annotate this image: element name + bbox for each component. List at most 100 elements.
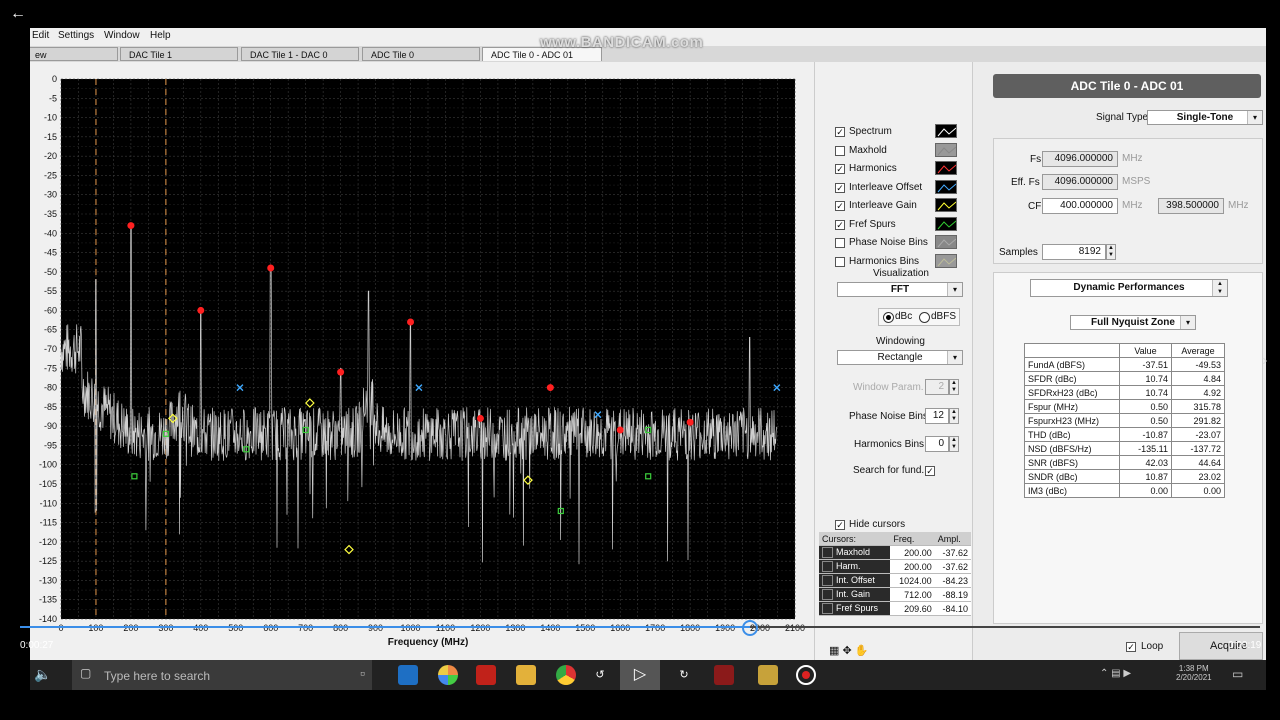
checkbox-phase-noise-bins[interactable]	[835, 238, 845, 248]
windowing-select[interactable]: Rectangle ▾	[837, 350, 963, 365]
cursor-name-cell: Maxhold	[819, 545, 891, 560]
x-tick-label: 1500	[575, 623, 595, 633]
trace-style-swatch[interactable]	[935, 235, 957, 249]
volume-icon[interactable]: 🔈	[34, 666, 51, 683]
harmonics-bins-spinner[interactable]: ▲ ▼	[949, 436, 959, 452]
menu-settings[interactable]: Settings	[58, 30, 94, 41]
samples-input[interactable]: 8192	[1042, 244, 1106, 260]
slack-icon[interactable]	[438, 665, 458, 685]
x-tick-label: 900	[368, 623, 383, 633]
chrome-icon[interactable]	[556, 665, 576, 685]
trace-style-swatch[interactable]	[935, 142, 957, 157]
checkbox-maxhold[interactable]	[835, 145, 845, 156]
window-param-spinner[interactable]: ▲ ▼	[949, 379, 959, 395]
dp-row: FspurxH23 (MHz) 0.50 291.82	[1024, 413, 1225, 428]
hand-tool-icon[interactable]: ✋	[855, 645, 869, 657]
y-tick-label: -80	[44, 383, 57, 393]
loop-checkbox[interactable]: ✓	[1126, 642, 1136, 652]
dbfs-radio[interactable]	[919, 312, 930, 323]
dp-average: 23.02	[1171, 469, 1225, 484]
tab-adc-tile-0[interactable]: ADC Tile 0	[362, 47, 480, 61]
checkbox-harmonics-bins[interactable]	[835, 256, 845, 267]
cursor-name: Int. Gain	[836, 588, 871, 599]
rewind-10-icon[interactable]: ↺	[590, 665, 610, 685]
dp-average: -49.53	[1171, 357, 1225, 372]
search-fund-label: Search for fund.	[853, 465, 925, 476]
y-tick-label: -15	[44, 132, 57, 142]
trace-style-swatch[interactable]	[935, 124, 957, 138]
checkbox-label: Harmonics	[849, 163, 897, 174]
cf-actual-value: 398.500000	[1158, 198, 1224, 214]
checkbox-harmonics[interactable]: ✓	[835, 164, 845, 174]
cursor-row[interactable]: Maxhold 200.00 -37.62	[819, 545, 971, 560]
zone-select[interactable]: Full Nyquist Zone ▾	[1070, 315, 1196, 330]
cursor-ampl: -84.23	[934, 573, 971, 588]
taskbar-clock[interactable]: 1:38 PM 2/20/2021	[1176, 664, 1212, 682]
trace-style-swatch[interactable]	[935, 216, 957, 231]
dp-metric: SFDRxH23 (dBc)	[1024, 385, 1120, 400]
checkbox-spectrum[interactable]: ✓	[835, 127, 845, 137]
video-scrubber-handle[interactable]	[742, 620, 758, 636]
tab-dac-tile-1[interactable]: DAC Tile 1	[120, 47, 238, 61]
chevron-down-icon: ▾	[1180, 316, 1195, 329]
cursor-swatch-icon	[822, 547, 833, 559]
checkbox-interleave-offset[interactable]: ✓	[835, 182, 845, 193]
cursor-ampl: -37.62	[934, 545, 971, 560]
search-fund-checkbox[interactable]: ✓	[925, 466, 935, 476]
checkbox-fref-spurs[interactable]: ✓	[835, 219, 845, 230]
app-icon[interactable]	[758, 665, 778, 685]
cf-label: CF	[1028, 201, 1042, 212]
taskbar: 🔈 ▢ Type here to search ▫ ↺ ▷ ↻ ⌃ ▤ ▶ 1:…	[30, 660, 1266, 690]
trace-style-swatch[interactable]	[935, 161, 957, 175]
dp-select[interactable]: Dynamic Performances ▲ ▼	[1030, 279, 1228, 297]
cursor-swatch-icon	[822, 575, 833, 587]
next-chevron-icon[interactable]: ›	[1262, 352, 1267, 370]
menu-help[interactable]: Help	[150, 30, 171, 41]
menu-window[interactable]: Window	[104, 30, 140, 41]
dp-metric: SFDR (dBc)	[1024, 371, 1120, 386]
harmonic-marker	[407, 318, 415, 326]
window-param-input[interactable]: 2	[925, 379, 949, 395]
trace-style-swatch[interactable]	[935, 179, 957, 194]
file-explorer-icon[interactable]	[516, 665, 536, 685]
samples-spinner[interactable]: ▲ ▼	[1106, 244, 1116, 260]
tab-view[interactable]: ew	[30, 47, 118, 61]
zoom-tool-icon[interactable]: ▦	[829, 645, 839, 657]
trace-style-swatch[interactable]	[935, 253, 957, 268]
dp-metric: SNR (dBFS)	[1024, 455, 1120, 470]
phase-noise-bins-input[interactable]: 12	[925, 408, 949, 424]
visualization-select[interactable]: FFT ▾	[837, 282, 963, 297]
forward-30-icon[interactable]: ↻	[674, 665, 694, 685]
record-icon[interactable]	[796, 665, 816, 685]
cursor-row[interactable]: Int. Gain 712.00 -88.19	[819, 587, 971, 602]
cursor-row[interactable]: Int. Offset 1024.00 -84.23	[819, 573, 971, 588]
checkbox-interleave-gain[interactable]: ✓	[835, 201, 845, 211]
cf-input[interactable]: 400.000000	[1042, 198, 1118, 214]
hide-cursors-checkbox[interactable]: ✓	[835, 520, 845, 530]
video-progress-track[interactable]	[20, 626, 1260, 628]
dbc-radio[interactable]	[883, 312, 894, 323]
back-arrow-icon[interactable]: ←	[10, 5, 26, 23]
xilinx-icon[interactable]	[714, 665, 734, 685]
pan-tool-icon[interactable]: ✥	[842, 645, 851, 657]
notification-icon[interactable]: ▭	[1232, 667, 1243, 681]
outlook-icon[interactable]	[398, 665, 418, 685]
cursor-row[interactable]: Fref Spurs 209.60 -84.10	[819, 601, 971, 616]
harmonics-bins-input[interactable]: 0	[925, 436, 949, 452]
tray-icons[interactable]: ⌃ ▤ ▶	[1100, 668, 1131, 679]
signal-type-select[interactable]: Single-Tone ▾	[1147, 110, 1263, 125]
y-tick-label: -60	[44, 305, 57, 315]
phase-noise-bins-spinner[interactable]: ▲ ▼	[949, 408, 959, 424]
dp-metric: IM3 (dBc)	[1024, 483, 1120, 498]
dp-header: Value	[1119, 343, 1172, 358]
play-icon[interactable]: ▷	[620, 660, 660, 690]
trace-style-swatch[interactable]	[935, 198, 957, 212]
task-view-icon[interactable]: ▫	[360, 665, 380, 685]
taskbar-search-box[interactable]: ▢ Type here to search	[72, 660, 372, 690]
spectrum-chart[interactable]: 0 -5 -10 -15 -20 -25 -30 -35 -40 -45 -50 -55 -60 -65 -…	[30, 62, 814, 660]
y-tick-label: -10	[44, 113, 57, 123]
tab-dac-tile-1-dac-0[interactable]: DAC Tile 1 - DAC 0	[241, 47, 359, 61]
acrobat-icon[interactable]	[476, 665, 496, 685]
menu-edit[interactable]: Edit	[32, 30, 49, 41]
cursor-row[interactable]: Harm. 200.00 -37.62	[819, 559, 971, 574]
